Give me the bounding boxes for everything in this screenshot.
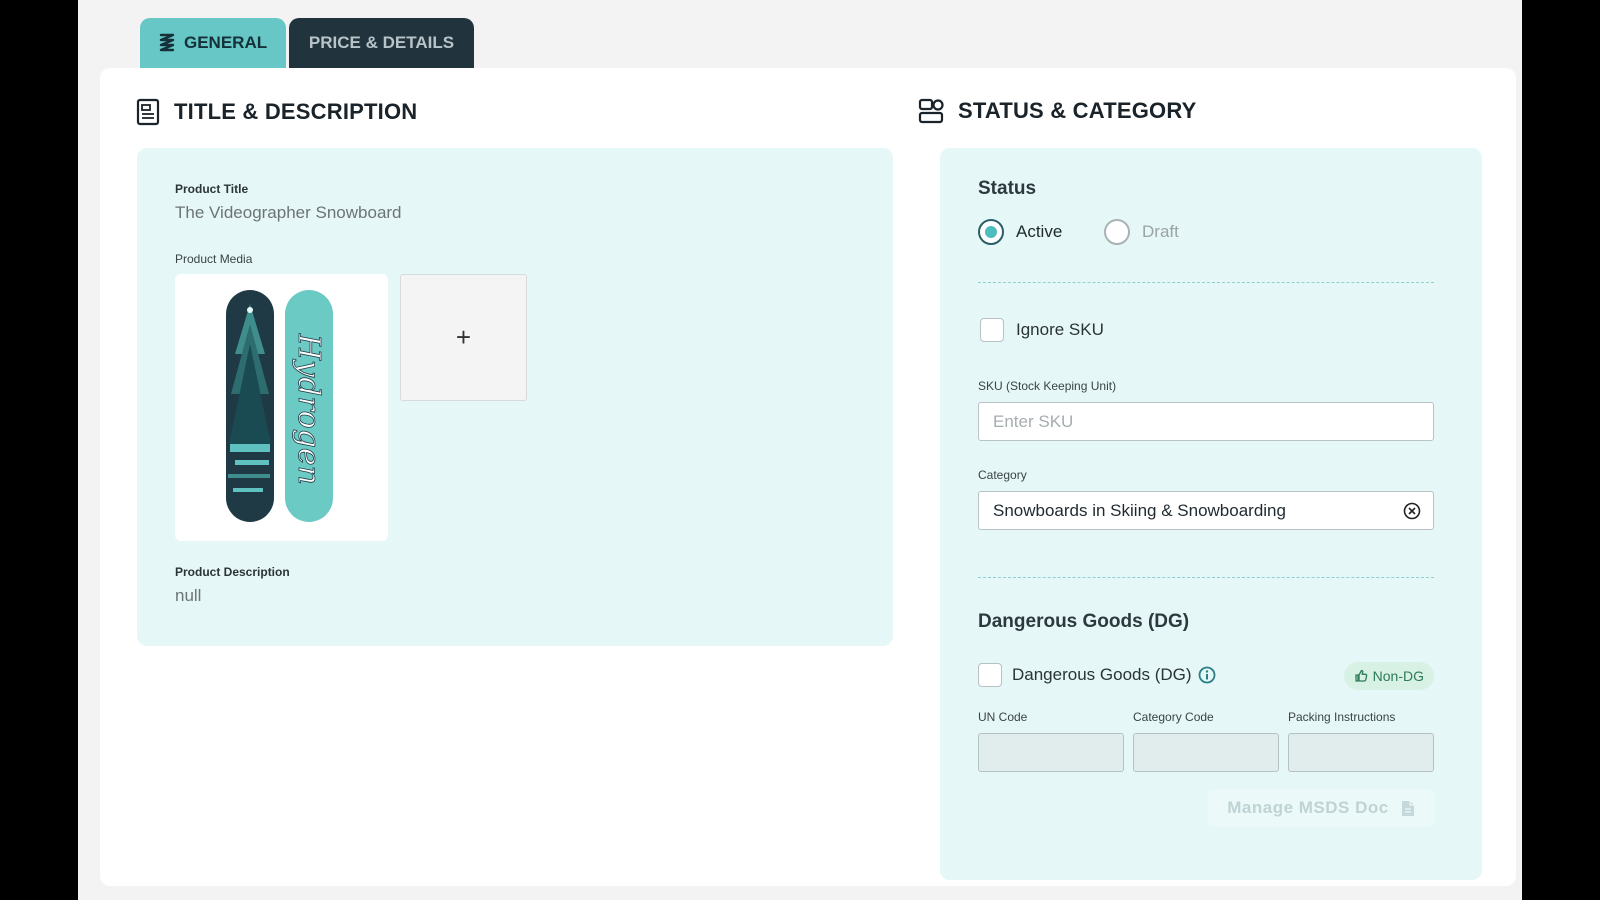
product-title-value[interactable]: The Videographer Snowboard: [175, 203, 402, 223]
tab-price-label: PRICE & DETAILS: [308, 33, 455, 52]
info-icon[interactable]: [1198, 666, 1216, 684]
ignore-sku-checkbox[interactable]: [980, 318, 1004, 342]
status-category-heading: STATUS & CATEGORY: [918, 98, 1196, 124]
board-text: Hydrogen: [291, 333, 326, 485]
sku-placeholder: Enter SKU: [993, 411, 1074, 431]
status-heading: Status: [978, 178, 1037, 199]
packing-instructions-input[interactable]: [1288, 733, 1434, 772]
manage-msds-label: Manage MSDS Doc: [1227, 798, 1389, 817]
product-description-value[interactable]: null: [175, 586, 201, 606]
product-title-label: Product Title: [175, 182, 249, 196]
title-description-panel: Product Title The Videographer Snowboard…: [137, 148, 893, 646]
dangerous-goods-label: Dangerous Goods (DG): [1012, 665, 1192, 684]
status-option-draft-label: Draft: [1142, 222, 1179, 241]
category-label: Category: [978, 468, 1027, 482]
radio-indicator-draft: [1104, 219, 1130, 245]
section-title-right: STATUS & CATEGORY: [958, 98, 1197, 123]
category-select[interactable]: Snowboards in Skiing & Snowboarding: [978, 491, 1434, 530]
category-value: Snowboards in Skiing & Snowboarding: [993, 500, 1286, 520]
product-media-label: Product Media: [175, 252, 253, 266]
dangerous-goods-checkbox[interactable]: [978, 663, 1002, 687]
dangerous-goods-row[interactable]: Dangerous Goods (DG): [978, 663, 1216, 687]
ignore-sku-label: Ignore SKU: [1016, 320, 1104, 339]
thumbs-up-icon: [1354, 669, 1367, 682]
radio-indicator-active: [978, 219, 1004, 245]
divider: [978, 577, 1434, 578]
packing-instructions-label: Packing Instructions: [1288, 710, 1396, 724]
tab-general[interactable]: GENERAL: [140, 18, 286, 68]
tab-price-details[interactable]: PRICE & DETAILS: [289, 18, 474, 68]
sku-input[interactable]: Enter SKU: [978, 402, 1434, 441]
status-option-active-label: Active: [1016, 222, 1063, 241]
main-card: TITLE & DESCRIPTION Product Title The Vi…: [100, 68, 1516, 886]
clear-circle-icon[interactable]: [1403, 502, 1421, 520]
dangerous-goods-heading: Dangerous Goods (DG): [978, 611, 1190, 632]
un-code-input[interactable]: [978, 733, 1124, 772]
un-code-label: UN Code: [978, 710, 1028, 724]
status-radio-draft[interactable]: Draft: [1104, 219, 1179, 245]
file-icon: [1401, 800, 1414, 816]
product-image[interactable]: Hydrogen: [175, 274, 388, 541]
layers-icon: [159, 33, 175, 52]
status-category-icon: [918, 98, 944, 124]
tab-bar: GENERAL PRICE & DETAILS: [140, 18, 474, 68]
category-code-label: Category Code: [1133, 710, 1214, 724]
non-dg-badge-label: Non-DG: [1372, 668, 1424, 684]
section-title-left: TITLE & DESCRIPTION: [174, 99, 418, 124]
document-icon: [136, 98, 160, 126]
snowboard-image: Hydrogen: [226, 290, 333, 522]
app-canvas: GENERAL PRICE & DETAILS TITLE & DESCRIPT…: [78, 0, 1522, 900]
tab-general-label: GENERAL: [184, 33, 268, 52]
non-dg-badge: Non-DG: [1343, 662, 1434, 690]
sku-label: SKU (Stock Keeping Unit): [978, 379, 1117, 393]
ignore-sku-row[interactable]: Ignore SKU: [980, 318, 1104, 342]
manage-msds-button[interactable]: Manage MSDS Doc: [1208, 789, 1434, 827]
status-radio-active[interactable]: Active: [978, 219, 1062, 245]
product-description-label: Product Description: [175, 565, 290, 579]
title-description-heading: TITLE & DESCRIPTION: [136, 98, 417, 126]
category-code-input[interactable]: [1133, 733, 1279, 772]
divider: [978, 282, 1434, 283]
add-media-button[interactable]: +: [400, 274, 527, 401]
status-category-panel: Status Active Draft Ignore SKU SKU (Stoc…: [940, 148, 1482, 880]
